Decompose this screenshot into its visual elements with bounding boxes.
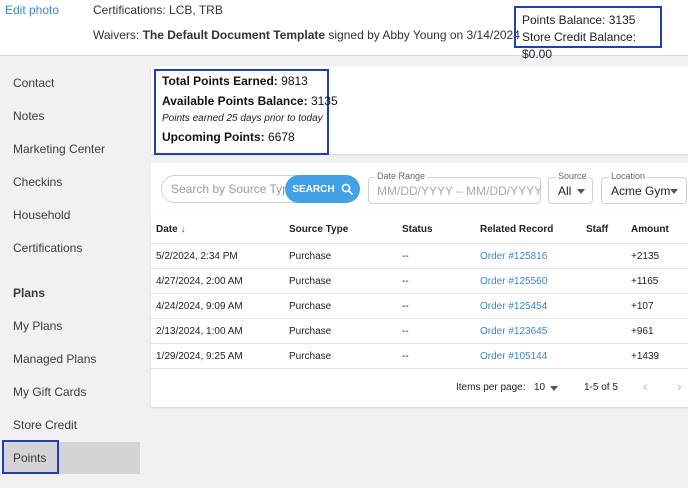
source-chevron-down-icon bbox=[577, 189, 585, 194]
column-header-date-label: Date bbox=[156, 224, 178, 235]
row-1-amount: +2135 bbox=[631, 251, 660, 262]
sidebar-item-points[interactable]: Points bbox=[13, 451, 46, 465]
next-page-icon[interactable]: › bbox=[677, 378, 682, 394]
row-divider bbox=[151, 293, 688, 294]
row-4-source: Purchase bbox=[289, 326, 332, 337]
location-chevron-down-icon bbox=[670, 189, 678, 194]
sidebar-item-my-plans[interactable]: My Plans bbox=[13, 319, 62, 333]
sidebar-item-my-gift-cards[interactable]: My Gift Cards bbox=[13, 385, 86, 399]
sidebar-section-plans: Plans bbox=[13, 286, 46, 300]
total-points-value: 9813 bbox=[281, 74, 308, 88]
sidebar-item-contact[interactable]: Contact bbox=[13, 76, 54, 90]
points-balance-label: Points Balance: bbox=[522, 13, 606, 27]
store-credit-value: $0.00 bbox=[522, 47, 553, 61]
available-points-label: Available Points Balance: bbox=[162, 94, 308, 108]
row-5-date: 1/29/2024, 9:25 AM bbox=[156, 351, 243, 362]
column-header-status[interactable]: Status bbox=[402, 224, 433, 235]
row-2-source: Purchase bbox=[289, 276, 332, 287]
certifications-line: Certifications: LCB, TRB bbox=[93, 3, 223, 17]
header-divider bbox=[151, 243, 688, 244]
points-earned-note: Points earned 25 days prior to today bbox=[162, 113, 323, 124]
row-4-date: 2/13/2024, 1:00 AM bbox=[156, 326, 243, 337]
sidebar-item-managed-plans[interactable]: Managed Plans bbox=[13, 352, 96, 366]
row-4-related-record-link[interactable]: Order #123645 bbox=[480, 326, 547, 337]
sidebar: Contact Notes Marketing Center Checkins … bbox=[0, 56, 148, 488]
search-button-label: SEARCH bbox=[292, 183, 335, 195]
certifications-value: LCB, TRB bbox=[169, 3, 223, 17]
row-2-date: 4/27/2024, 2:00 AM bbox=[156, 276, 243, 287]
row-3-related-record-link[interactable]: Order #125454 bbox=[480, 301, 547, 312]
certifications-label: Certifications: bbox=[93, 3, 166, 17]
row-4-status: -- bbox=[402, 326, 409, 337]
total-points-earned: Total Points Earned: 9813 bbox=[162, 74, 308, 88]
date-range-placeholder[interactable]: MM/DD/YYYY – MM/DD/YYYY bbox=[377, 184, 542, 198]
sort-arrow-down-icon: ↓ bbox=[180, 224, 186, 235]
upcoming-points: Upcoming Points: 6678 bbox=[162, 130, 295, 144]
total-points-label: Total Points Earned: bbox=[162, 74, 278, 88]
waiver-document-name: The Default Document Template bbox=[142, 28, 326, 42]
row-5-status: -- bbox=[402, 351, 409, 362]
row-3-status: -- bbox=[402, 301, 409, 312]
row-divider bbox=[151, 268, 688, 269]
row-2-related-record-link[interactable]: Order #125560 bbox=[480, 276, 547, 287]
previous-page-icon[interactable]: ‹ bbox=[643, 378, 648, 394]
row-2-status: -- bbox=[402, 276, 409, 287]
available-points-value: 3135 bbox=[310, 94, 338, 108]
waivers-label: Waivers: bbox=[93, 28, 140, 42]
location-label: Location bbox=[609, 171, 648, 181]
row-5-related-record-link[interactable]: Order #105144 bbox=[480, 351, 547, 362]
column-header-staff[interactable]: Staff bbox=[586, 224, 608, 235]
column-header-source-type[interactable]: Source Type bbox=[289, 224, 348, 235]
balance-summary-box: Points Balance: 3135 Store Credit Balanc… bbox=[514, 6, 662, 61]
row-divider bbox=[151, 343, 688, 344]
edit-photo-link[interactable]: Edit photo bbox=[5, 3, 59, 17]
items-per-page-label: Items per page: bbox=[456, 382, 526, 393]
items-per-page-chevron-down-icon bbox=[550, 386, 558, 391]
column-header-date[interactable]: Date ↓ bbox=[156, 224, 185, 235]
store-credit-line: Store Credit Balance: $0.00 bbox=[522, 29, 654, 63]
source-label: Source bbox=[556, 171, 589, 181]
sidebar-item-marketing-center[interactable]: Marketing Center bbox=[13, 142, 105, 156]
sidebar-item-certifications[interactable]: Certifications bbox=[13, 241, 82, 255]
row-2-amount: +1165 bbox=[631, 276, 659, 287]
waiver-signed-info: signed by Abby Young on 3/14/2024 bbox=[328, 28, 520, 42]
row-3-amount: +107 bbox=[631, 301, 654, 312]
row-5-source: Purchase bbox=[289, 351, 332, 362]
search-button[interactable]: SEARCH bbox=[285, 175, 360, 203]
row-3-source: Purchase bbox=[289, 301, 332, 312]
waivers-line: Waivers: The Default Document Template s… bbox=[93, 28, 520, 42]
store-credit-label: Store Credit Balance: bbox=[522, 30, 637, 44]
column-header-related-record[interactable]: Related Record bbox=[480, 224, 553, 235]
row-1-status: -- bbox=[402, 251, 409, 262]
sidebar-item-store-credit[interactable]: Store Credit bbox=[13, 418, 77, 432]
search-icon bbox=[341, 183, 353, 195]
row-1-related-record-link[interactable]: Order #125816 bbox=[480, 251, 547, 262]
upcoming-points-value: 6678 bbox=[268, 130, 295, 144]
row-4-amount: +961 bbox=[631, 326, 654, 337]
row-3-date: 4/24/2024, 9:09 AM bbox=[156, 301, 243, 312]
row-divider bbox=[151, 368, 688, 369]
available-points-balance: Available Points Balance: 3135 bbox=[162, 94, 338, 108]
row-1-date: 5/2/2024, 2:34 PM bbox=[156, 251, 238, 262]
items-per-page-select[interactable]: 10 bbox=[534, 382, 545, 393]
sidebar-item-checkins[interactable]: Checkins bbox=[13, 175, 62, 189]
search-input[interactable] bbox=[171, 182, 285, 196]
date-range-label: Date Range bbox=[375, 171, 428, 181]
pagination-range: 1-5 of 5 bbox=[584, 382, 618, 393]
row-1-source: Purchase bbox=[289, 251, 332, 262]
points-balance-value: 3135 bbox=[608, 13, 636, 27]
row-5-amount: +1439 bbox=[631, 351, 660, 362]
location-value: Acme Gym bbox=[611, 184, 671, 198]
sidebar-item-household[interactable]: Household bbox=[13, 208, 70, 222]
upcoming-points-label: Upcoming Points: bbox=[162, 130, 265, 144]
column-header-amount[interactable]: Amount bbox=[631, 224, 669, 235]
source-value: All bbox=[558, 184, 572, 198]
row-divider bbox=[151, 318, 688, 319]
profile-header: Edit photo Certifications: LCB, TRB Waiv… bbox=[0, 0, 688, 61]
sidebar-item-notes[interactable]: Notes bbox=[13, 109, 44, 123]
points-balance-line: Points Balance: 3135 bbox=[522, 12, 654, 29]
